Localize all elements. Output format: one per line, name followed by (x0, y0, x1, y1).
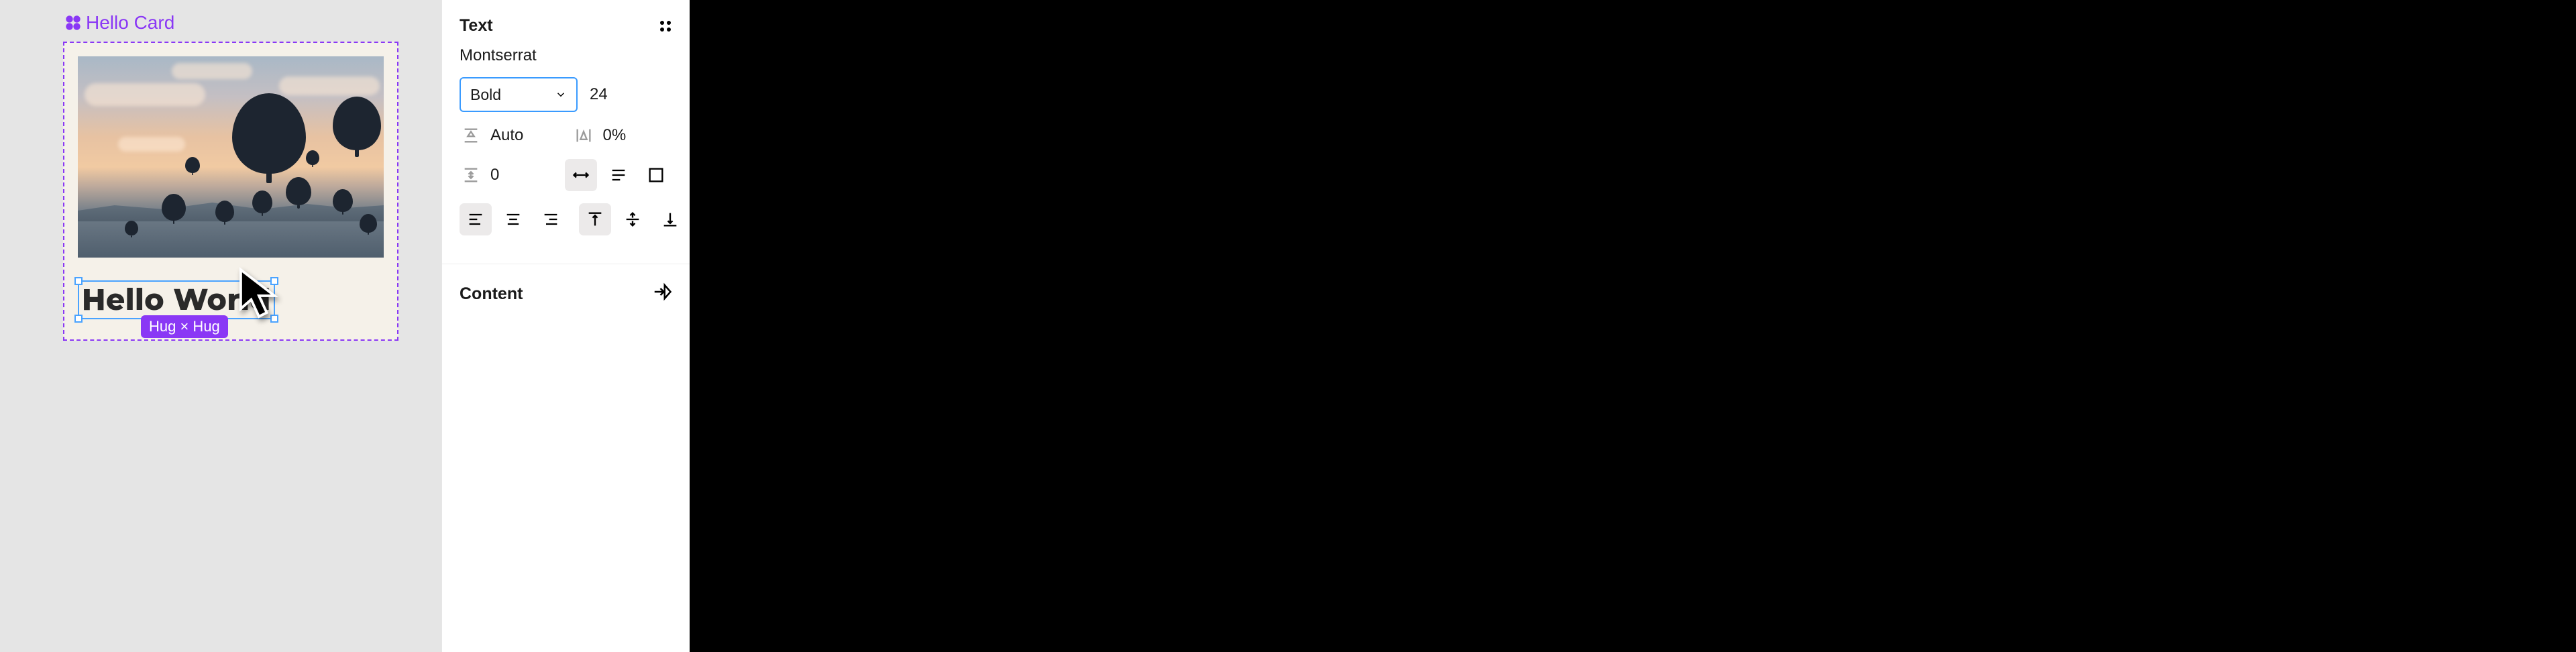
apply-content-icon[interactable] (652, 282, 672, 307)
align-middle-button[interactable] (616, 203, 649, 235)
align-left-button[interactable] (460, 203, 492, 235)
align-right-button[interactable] (535, 203, 567, 235)
paragraph-spacing-input[interactable]: 0 (490, 166, 499, 184)
line-height-input[interactable]: Auto (490, 126, 523, 145)
paragraph-spacing-icon (460, 164, 482, 186)
font-weight-select[interactable]: Bold (460, 77, 578, 112)
section-drag-handle-icon[interactable] (659, 19, 672, 33)
font-weight-value: Bold (470, 86, 501, 104)
component-name-label[interactable]: Hello Card (64, 12, 174, 34)
properties-panel: Text Montserrat Bold 24 Auto (441, 0, 690, 652)
align-bottom-button[interactable] (654, 203, 686, 235)
align-center-button[interactable] (497, 203, 529, 235)
hello-card-frame[interactable]: Hello World (63, 42, 398, 341)
resize-handle-bottom-right[interactable] (270, 315, 278, 323)
resize-handle-bottom-left[interactable] (74, 315, 83, 323)
text-node-hello-world[interactable]: Hello World (78, 280, 275, 319)
fixed-size-button[interactable] (640, 159, 672, 191)
content-section-header[interactable]: Content (442, 264, 690, 324)
content-section-title: Content (460, 284, 523, 304)
selection-size-tag: Hug × Hug (141, 315, 228, 338)
font-size-input[interactable]: 24 (590, 85, 608, 104)
auto-width-button[interactable] (565, 159, 597, 191)
font-family-select[interactable]: Montserrat (460, 46, 672, 65)
resize-handle-top-left[interactable] (74, 277, 83, 285)
more-options-button[interactable] (698, 203, 717, 235)
component-icon (61, 11, 86, 36)
letter-spacing-icon (572, 124, 595, 147)
letter-spacing-input[interactable]: 0% (603, 126, 627, 145)
text-section-title: Text (460, 16, 493, 36)
text-node-content: Hello World (79, 282, 274, 318)
resize-handle-top-right[interactable] (270, 277, 278, 285)
line-height-icon (460, 124, 482, 147)
design-canvas[interactable]: Hello Card Hello World Hug × Hug (0, 0, 441, 652)
align-top-button[interactable] (579, 203, 611, 235)
auto-height-button[interactable] (602, 159, 635, 191)
text-section: Text Montserrat Bold 24 Auto (442, 0, 690, 264)
card-image[interactable] (78, 56, 384, 258)
component-name-text: Hello Card (86, 12, 174, 34)
chevron-down-icon (555, 89, 567, 101)
